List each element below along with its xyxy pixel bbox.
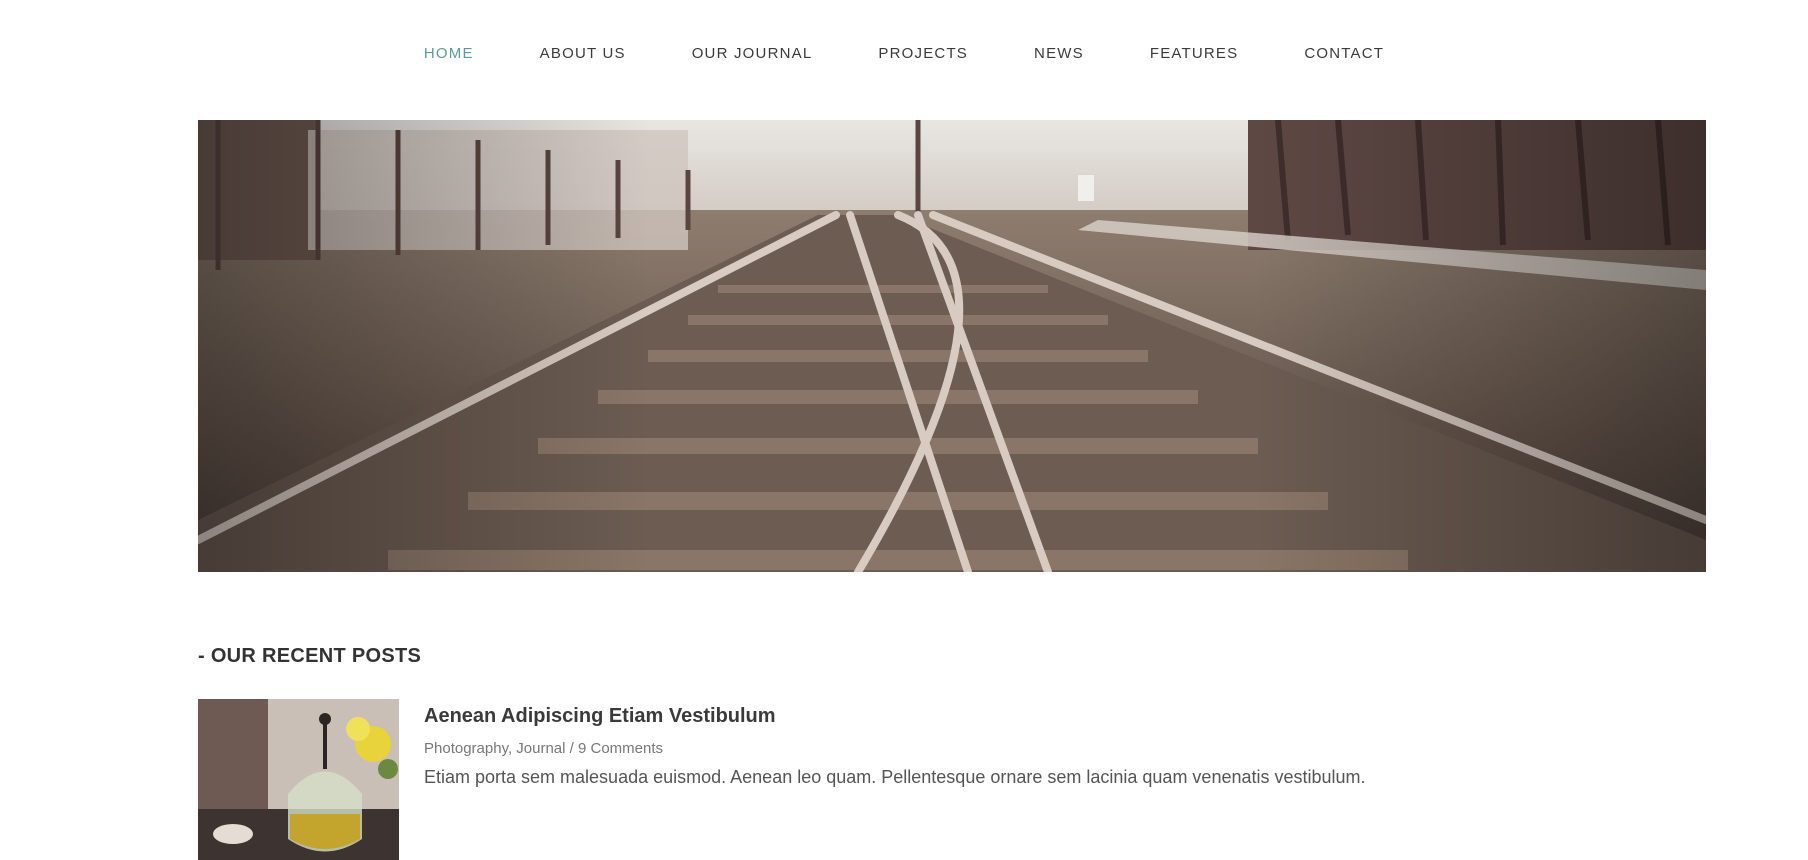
post-meta: Photography, Journal / 9 Comments bbox=[424, 740, 1704, 757]
post-content: Aenean Adipiscing Etiam Vestibulum Photo… bbox=[424, 705, 1704, 788]
nav-item-features[interactable]: FEATURES bbox=[1150, 45, 1239, 62]
post-title[interactable]: Aenean Adipiscing Etiam Vestibulum bbox=[424, 705, 1704, 728]
hero-image-railway-tracks bbox=[198, 120, 1706, 572]
meta-separator: / bbox=[565, 740, 578, 757]
recent-posts-heading: - OUR RECENT POSTS bbox=[198, 645, 422, 667]
post-comments-count[interactable]: 9 Comments bbox=[578, 740, 663, 757]
main-navigation: HOME ABOUT US OUR JOURNAL PROJECTS NEWS … bbox=[0, 0, 1808, 107]
post-thumbnail[interactable] bbox=[198, 699, 399, 860]
nav-item-news[interactable]: NEWS bbox=[1034, 45, 1084, 62]
post-excerpt: Etiam porta sem malesuada euismod. Aenea… bbox=[424, 767, 1366, 787]
nav-item-about-us[interactable]: ABOUT US bbox=[540, 45, 626, 62]
nav-item-our-journal[interactable]: OUR JOURNAL bbox=[692, 45, 813, 62]
nav-item-contact[interactable]: CONTACT bbox=[1304, 45, 1384, 62]
post-categories[interactable]: Photography, Journal bbox=[424, 740, 565, 757]
nav-item-home[interactable]: HOME bbox=[424, 45, 474, 62]
teapot-image bbox=[198, 699, 399, 860]
railway-tracks-illustration bbox=[198, 120, 1706, 572]
nav-menu: HOME ABOUT US OUR JOURNAL PROJECTS NEWS … bbox=[391, 45, 1417, 62]
nav-item-projects[interactable]: PROJECTS bbox=[878, 45, 968, 62]
